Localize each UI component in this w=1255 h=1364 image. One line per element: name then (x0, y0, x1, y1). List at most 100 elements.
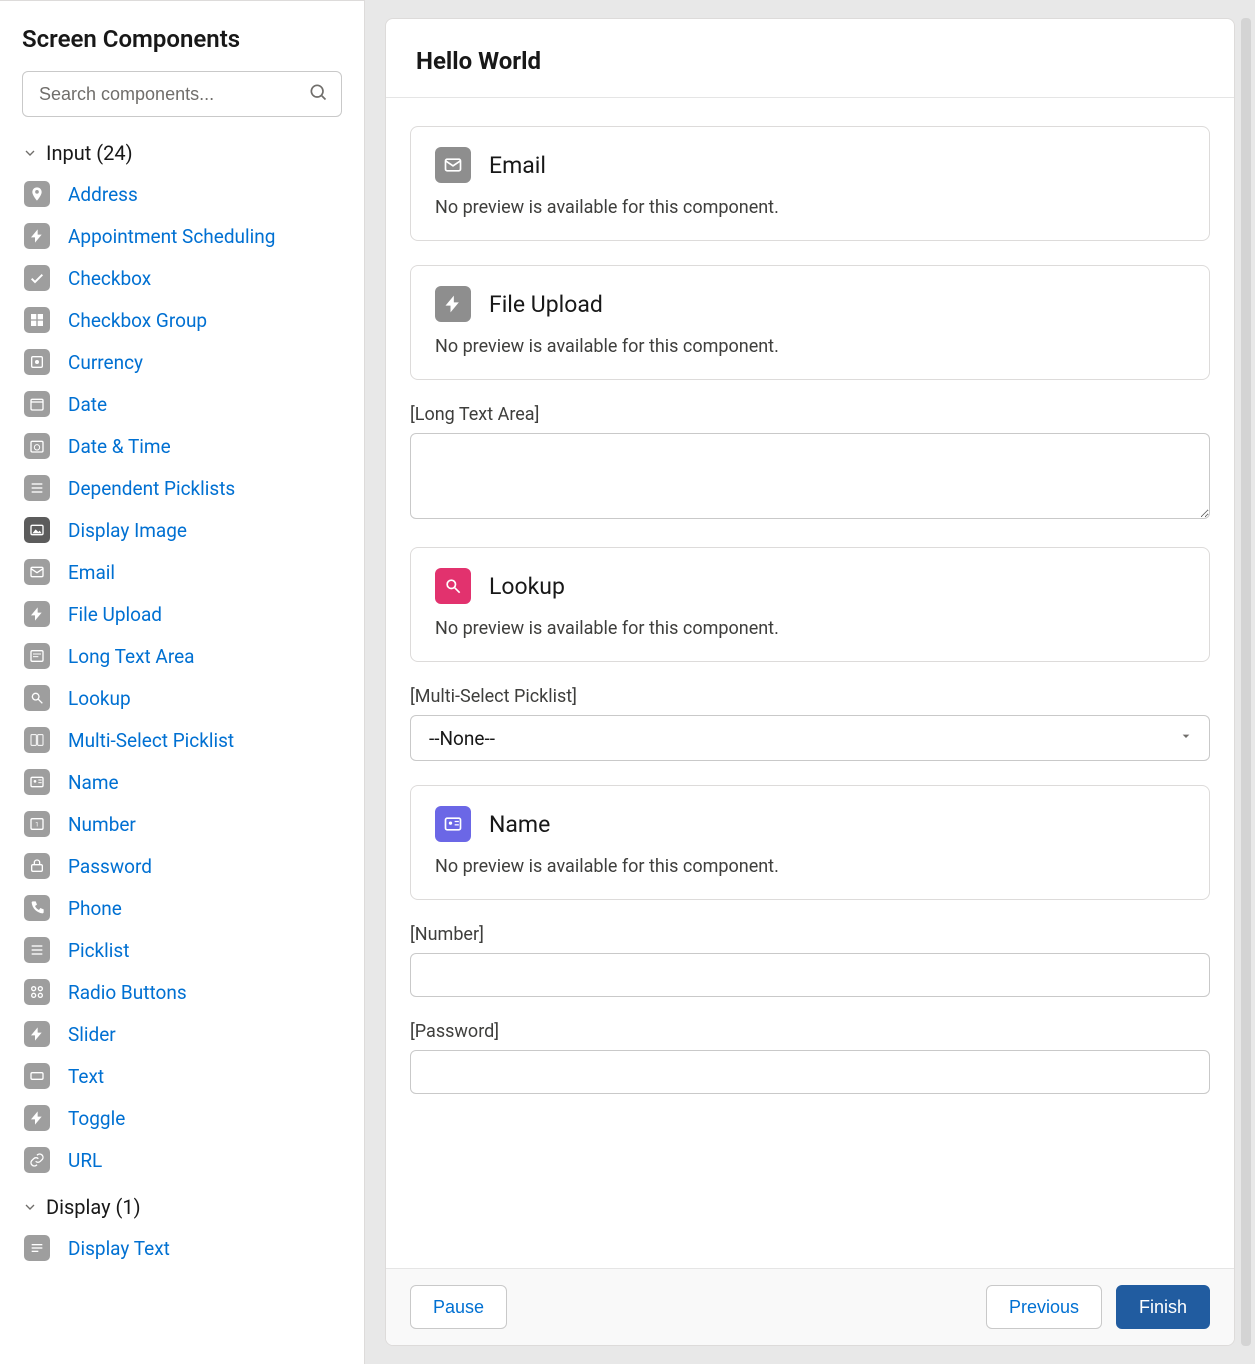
component-label: File Upload (68, 603, 162, 626)
component-item[interactable]: Address (24, 173, 342, 215)
sidebar: Screen Components Input (24) Address App… (0, 0, 365, 1364)
category-label: Display (1) (46, 1195, 141, 1219)
component-label: Email (68, 561, 115, 584)
no-preview-message: No preview is available for this compone… (435, 336, 1185, 357)
component-label: Multi-Select Picklist (68, 729, 234, 752)
preview-block[interactable]: File Upload No preview is available for … (410, 265, 1210, 380)
password-input[interactable] (410, 1050, 1210, 1094)
component-item[interactable]: URL (24, 1139, 342, 1181)
preview-block[interactable]: Email No preview is available for this c… (410, 126, 1210, 241)
component-item[interactable]: Display Text (24, 1227, 342, 1269)
screen-title: Hello World (416, 47, 1204, 75)
component-item[interactable]: 1 Number (24, 803, 342, 845)
component-item[interactable]: Lookup (24, 677, 342, 719)
component-label: Password (68, 855, 152, 878)
url-icon (24, 1147, 50, 1173)
component-label: Appointment Scheduling (68, 225, 275, 248)
field-label: [Password] (410, 1021, 1210, 1042)
component-item[interactable]: Radio Buttons (24, 971, 342, 1013)
category-head[interactable]: Display (1) (0, 1185, 364, 1227)
field-label: [Number] (410, 924, 1210, 945)
component-item[interactable]: Picklist (24, 929, 342, 971)
component-label: Name (68, 771, 119, 794)
preview-block[interactable]: Name No preview is available for this co… (410, 785, 1210, 900)
email-icon (435, 147, 471, 183)
pause-button[interactable]: Pause (410, 1285, 507, 1329)
component-item[interactable]: Email (24, 551, 342, 593)
component-label: Text (68, 1065, 104, 1088)
textarea-icon (24, 643, 50, 669)
component-label: URL (68, 1149, 102, 1172)
category-label: Input (24) (46, 141, 133, 165)
preview-title: Name (489, 811, 550, 838)
no-preview-message: No preview is available for this compone… (435, 618, 1185, 639)
datetime-icon (24, 433, 50, 459)
caret-down-icon (1178, 728, 1194, 748)
scrollbar[interactable] (1241, 18, 1251, 1346)
bolt-icon (24, 1021, 50, 1047)
component-item[interactable]: Text (24, 1055, 342, 1097)
password-icon (24, 853, 50, 879)
no-preview-message: No preview is available for this compone… (435, 856, 1185, 877)
check-icon (24, 265, 50, 291)
multiselect-icon (24, 727, 50, 753)
field-label: [Long Text Area] (410, 404, 1210, 425)
component-item[interactable]: File Upload (24, 593, 342, 635)
multiselect-picklist[interactable]: --None-- (410, 715, 1210, 761)
component-label: Lookup (68, 687, 131, 710)
component-label: Radio Buttons (68, 981, 187, 1004)
list-icon (24, 475, 50, 501)
chevron-down-icon (22, 145, 38, 161)
finish-button[interactable]: Finish (1116, 1285, 1210, 1329)
name-icon (24, 769, 50, 795)
preview-title: Email (489, 152, 546, 179)
component-label: Display Text (68, 1237, 170, 1260)
bolt-icon (24, 1105, 50, 1131)
name-icon (435, 806, 471, 842)
number-icon: 1 (24, 811, 50, 837)
component-item[interactable]: Slider (24, 1013, 342, 1055)
component-item[interactable]: Long Text Area (24, 635, 342, 677)
component-label: Checkbox (68, 267, 151, 290)
component-item[interactable]: Checkbox (24, 257, 342, 299)
component-label: Phone (68, 897, 122, 920)
component-label: Toggle (68, 1107, 125, 1130)
lookup-icon (24, 685, 50, 711)
field-label: [Multi-Select Picklist] (410, 686, 1210, 707)
component-label: Slider (68, 1023, 116, 1046)
component-label: Checkbox Group (68, 309, 207, 332)
email-icon (24, 559, 50, 585)
preview-title: File Upload (489, 291, 603, 318)
sidebar-title: Screen Components (0, 1, 364, 71)
preview-block[interactable]: Lookup No preview is available for this … (410, 547, 1210, 662)
category-head[interactable]: Input (24) (0, 131, 364, 173)
previous-button[interactable]: Previous (986, 1285, 1102, 1329)
component-item[interactable]: Checkbox Group (24, 299, 342, 341)
checkgroup-icon (24, 307, 50, 333)
search-input[interactable] (22, 71, 342, 117)
component-item[interactable]: Date & Time (24, 425, 342, 467)
search-icon (308, 82, 328, 106)
chevron-down-icon (22, 1199, 38, 1215)
component-label: Display Image (68, 519, 187, 542)
list-icon (24, 937, 50, 963)
component-item[interactable]: Multi-Select Picklist (24, 719, 342, 761)
component-item[interactable]: Name (24, 761, 342, 803)
bolt-icon (435, 286, 471, 322)
component-item[interactable]: Currency (24, 341, 342, 383)
component-item[interactable]: Password (24, 845, 342, 887)
bolt-icon (24, 223, 50, 249)
long-text-area-input[interactable] (410, 433, 1210, 519)
component-item[interactable]: Date (24, 383, 342, 425)
component-item[interactable]: Appointment Scheduling (24, 215, 342, 257)
component-item[interactable]: Display Image (24, 509, 342, 551)
component-label: Picklist (68, 939, 129, 962)
phone-icon (24, 895, 50, 921)
component-label: Address (68, 183, 138, 206)
component-item[interactable]: Dependent Picklists (24, 467, 342, 509)
radio-icon (24, 979, 50, 1005)
component-item[interactable]: Toggle (24, 1097, 342, 1139)
number-input[interactable] (410, 953, 1210, 997)
component-label: Date & Time (68, 435, 171, 458)
component-item[interactable]: Phone (24, 887, 342, 929)
